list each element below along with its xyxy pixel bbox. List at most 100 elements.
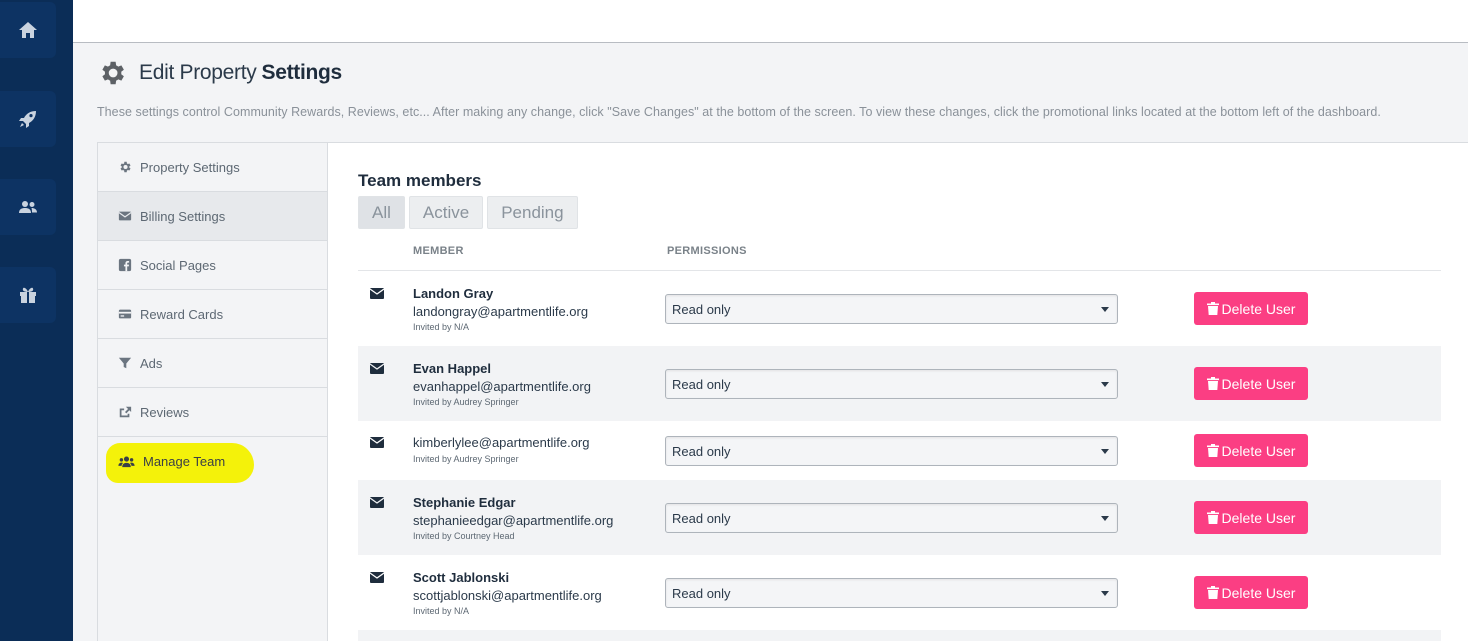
permission-select[interactable]: Read only [665,578,1118,608]
nav-item-manage-team[interactable]: Manage Team [98,437,327,486]
delete-user-label: Delete User [1221,584,1296,601]
trash-icon [1206,511,1219,524]
trash-icon [1206,302,1219,315]
nav-item-label: Social Pages [140,257,216,273]
team-filter-tabs: All Active Pending [358,196,582,229]
filter-icon [118,357,132,369]
chevron-down-icon [1101,591,1109,596]
delete-user-label: Delete User [1221,509,1296,526]
permission-select[interactable]: Read only [665,503,1118,533]
delete-user-button[interactable]: Delete User [1194,434,1308,467]
delete-user-button[interactable]: Delete User [1194,367,1308,400]
share-icon [119,406,132,418]
envelope-icon [370,572,384,583]
member-invited-by: Invited by N/A [413,322,470,332]
nav-item-reviews[interactable]: Reviews [98,388,327,437]
column-header-member: MEMBER [413,245,464,257]
chevron-down-icon [1101,449,1109,454]
trash-icon [1206,586,1219,599]
envelope-icon [370,497,384,508]
delete-user-label: Delete User [1221,442,1296,459]
gear-icon [120,161,131,173]
settings-nav: Property Settings Billing Settings Socia… [97,142,328,641]
delete-user-button[interactable]: Delete User [1194,576,1308,609]
users-icon [19,201,37,213]
permission-select-value: Read only [672,301,731,317]
gift-icon [20,287,36,303]
permission-select-value: Read only [672,376,731,392]
top-bar [73,0,1468,43]
home-rail-button[interactable] [0,2,56,58]
nav-item-property-settings[interactable]: Property Settings [98,143,327,192]
gear-icon [102,61,124,85]
nav-item-social-pages[interactable]: Social Pages [98,241,327,290]
member-name: Scott Jablonski [413,570,510,585]
nav-item-label: Reward Cards [140,306,224,322]
page-title-light: Edit Property [139,61,257,84]
nav-item-label: Manage Team [143,454,226,469]
delete-user-button[interactable]: Delete User [1194,501,1308,534]
page-title-bold: Settings [261,61,343,84]
rocket-icon [19,111,36,128]
credit-card-icon [118,309,132,319]
users-rail-button[interactable] [0,179,56,235]
envelope-icon [370,437,384,448]
member-email: landongray@apartmentlife.org [413,304,589,319]
chevron-down-icon [1101,382,1109,387]
tab-active[interactable]: Active [408,196,484,229]
member-invited-by: Invited by N/A [413,606,470,616]
home-icon [19,22,37,38]
nav-item-reward-cards[interactable]: Reward Cards [98,290,327,339]
table-row: kimberlylee@apartmentlife.org Invited by… [358,421,1441,480]
member-invited-by: Invited by Courtney Head [413,531,515,541]
member-email: evanhappel@apartmentlife.org [413,379,591,394]
member-invited-by: Invited by Audrey Springer [413,454,519,464]
member-email: scottjablonski@apartmentlife.org [413,588,602,603]
gift-rail-button[interactable] [0,267,56,323]
table-row: Evan Happel evanhappel@apartmentlife.org… [358,346,1441,421]
column-header-permissions: PERMISSIONS [667,245,747,257]
trash-icon [1206,377,1219,390]
table-row: Landon Gray landongray@apartmentlife.org… [358,271,1441,346]
envelope-icon [370,363,384,374]
nav-item-billing-settings[interactable]: Billing Settings [98,192,327,241]
page-header: Edit Property Settings [97,56,342,90]
member-email: stephanieedgar@apartmentlife.org [413,513,614,528]
nav-item-label: Property Settings [140,159,240,175]
member-name: Evan Happel [413,361,492,376]
tab-all[interactable]: All [358,196,405,229]
chevron-down-icon [1101,516,1109,521]
table-row: Stephanie Edgar stephanieedgar@apartment… [358,480,1441,555]
facebook-icon [118,258,132,272]
member-invited-by: Invited by Audrey Springer [413,397,519,407]
page-description: These settings control Community Rewards… [97,105,1381,119]
delete-user-label: Delete User [1221,300,1296,317]
permission-select-value: Read only [672,510,731,526]
nav-item-ads[interactable]: Ads [98,339,327,388]
nav-item-label: Ads [140,355,163,371]
chevron-down-icon [1101,307,1109,312]
nav-item-label: Billing Settings [140,208,226,224]
nav-item-label: Reviews [140,404,190,420]
users-icon [118,455,135,467]
permission-select-value: Read only [672,443,731,459]
envelope-icon [370,288,384,299]
permission-select[interactable]: Read only [665,294,1118,324]
delete-user-label: Delete User [1221,375,1296,392]
permission-select[interactable]: Read only [665,369,1118,399]
member-name: Landon Gray [413,286,494,301]
team-panel: Team members All Active Pending MEMBER P… [328,142,1468,641]
permission-select-value: Read only [672,585,731,601]
member-name: Stephanie Edgar [413,495,516,510]
trash-icon [1206,444,1219,457]
envelope-icon [118,211,132,221]
tab-pending[interactable]: Pending [487,196,578,229]
table-row [358,630,1441,641]
permission-select[interactable]: Read only [665,436,1118,466]
delete-user-button[interactable]: Delete User [1194,292,1308,325]
team-title: Team members [358,171,482,190]
member-email: kimberlylee@apartmentlife.org [413,435,590,450]
table-row: Scott Jablonski scottjablonski@apartment… [358,555,1441,630]
left-rail [0,0,73,641]
rocket-rail-button[interactable] [0,91,56,147]
